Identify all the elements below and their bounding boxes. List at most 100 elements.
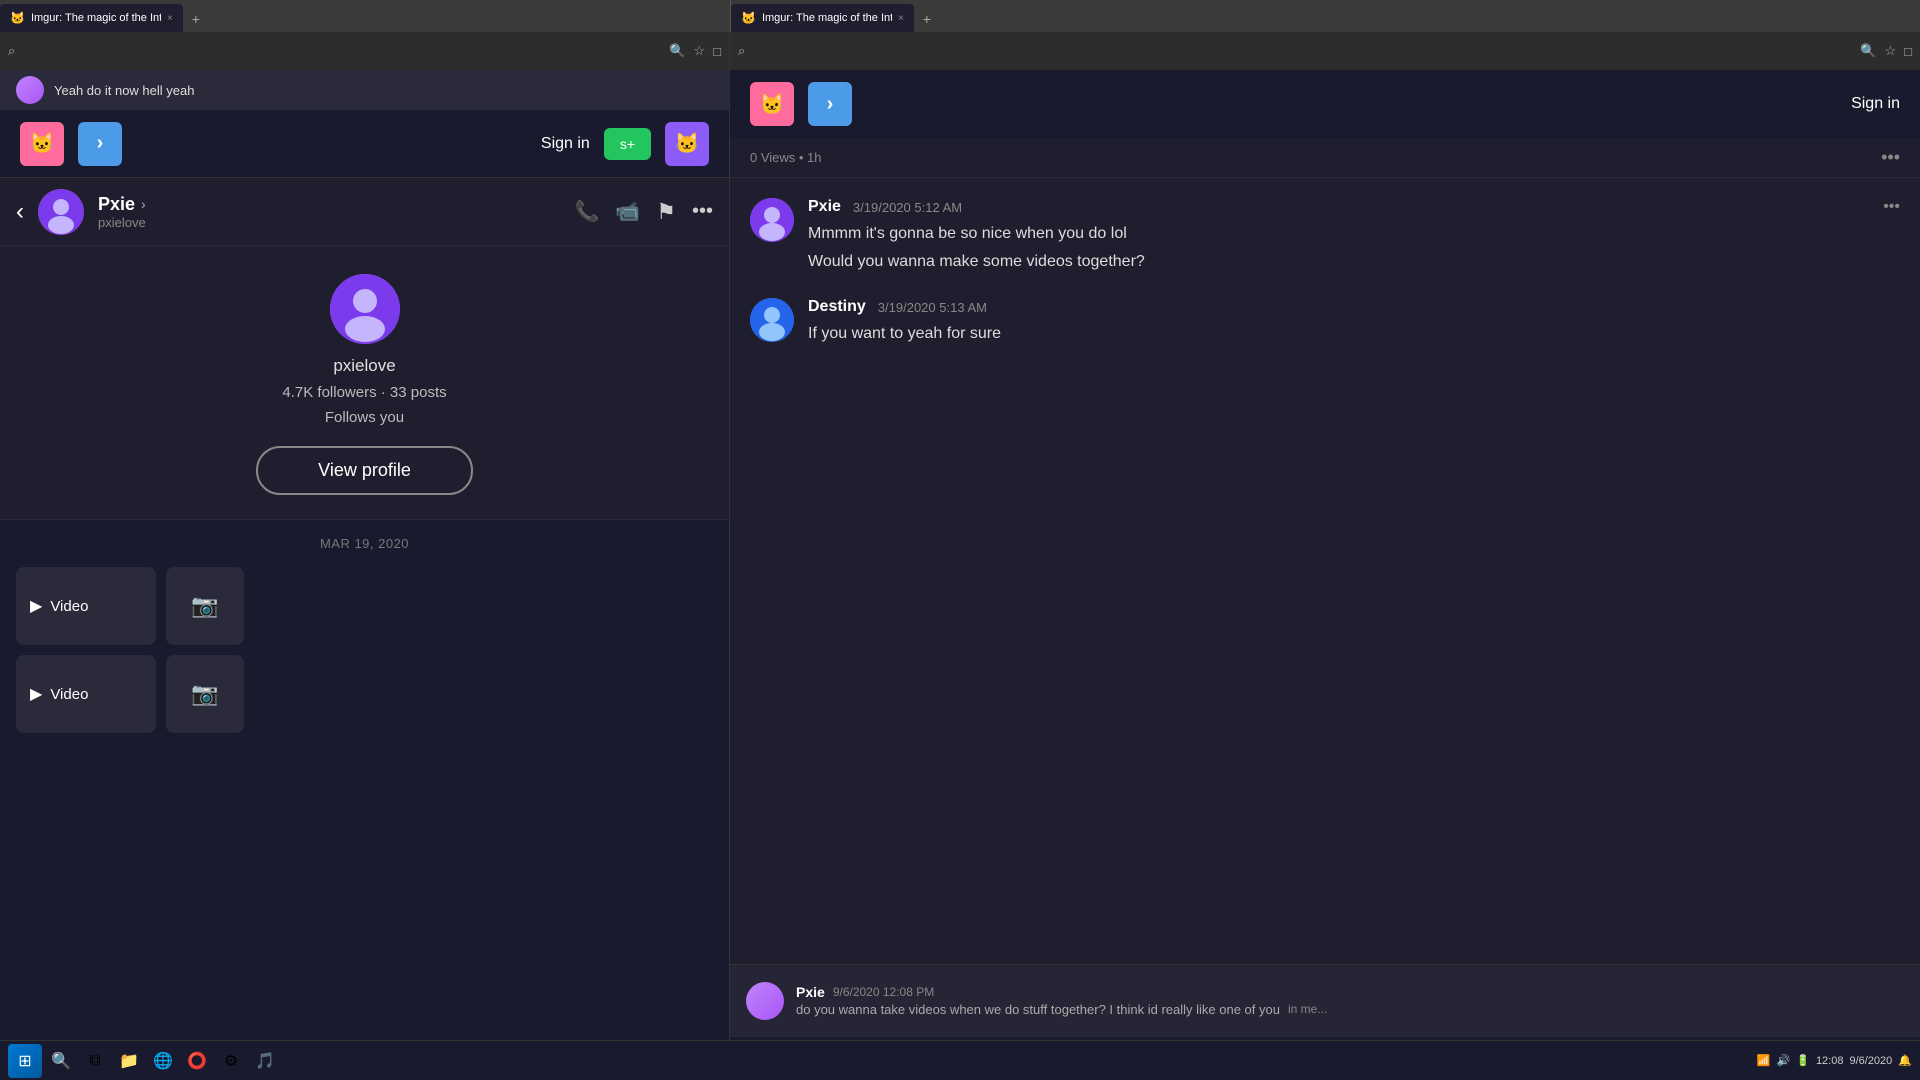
new-tab-right-button[interactable]: + xyxy=(914,6,940,32)
message-2-header: Destiny 3/19/2020 5:13 AM xyxy=(808,298,1900,316)
tab-left-label: Imgur: The magic of the Inter... xyxy=(31,12,161,24)
more-dots-icon: ••• xyxy=(692,200,713,222)
chat-avatar-image xyxy=(38,189,84,235)
destiny-avatar-svg xyxy=(750,298,794,342)
right-address-bar: ⌕ 🔍 ☆ □ xyxy=(730,32,1920,70)
camera-thumb-1[interactable]: 📷 xyxy=(166,567,244,645)
right-screenshot-icon[interactable]: □ xyxy=(1904,44,1912,59)
message-2-name: Destiny xyxy=(808,298,866,316)
preview-name: Pxie xyxy=(796,984,825,1000)
play-icon-2: ▶ xyxy=(30,684,42,704)
search-taskbar-icon: 🔍 xyxy=(51,1051,71,1071)
preview-header: Pxie 9/6/2020 12:08 PM xyxy=(796,984,1904,1000)
notif-avatar xyxy=(16,76,44,104)
right-star-icon[interactable]: ☆ xyxy=(1884,43,1896,59)
right-zoom-icon: 🔍 xyxy=(1860,43,1876,59)
message-1-time: 3/19/2020 5:12 AM xyxy=(853,200,962,215)
message-2: Destiny 3/19/2020 5:13 AM If you want to… xyxy=(750,298,1900,346)
imgur-logo2-left[interactable]: 🐱 xyxy=(665,122,709,166)
message-2-time: 3/19/2020 5:13 AM xyxy=(878,300,987,315)
notification-center-icon[interactable]: 🔔 xyxy=(1898,1054,1912,1067)
new-tab-left-button[interactable]: + xyxy=(183,6,209,32)
preview-time: 9/6/2020 12:08 PM xyxy=(833,985,934,999)
chat-username: Pxie xyxy=(98,194,135,215)
tab-right-active[interactable]: 🐱 Imgur: The magic of the Inter... × xyxy=(731,4,914,32)
tab-right-close[interactable]: × xyxy=(898,13,904,24)
battery-icon: 🔋 xyxy=(1796,1054,1810,1067)
video-thumb-1[interactable]: ▶ Video xyxy=(16,567,156,645)
preview-avatar xyxy=(746,982,784,1020)
forward-arrow-icon-right: › xyxy=(827,93,834,116)
message-1-avatar xyxy=(750,198,794,242)
phone-button[interactable]: 📞 xyxy=(574,199,599,224)
back-button[interactable]: ‹ xyxy=(16,198,24,226)
browser-tab-bar: 🐱 Imgur: The magic of the Inter... × + 🐱… xyxy=(0,0,1920,32)
chat-handle: pxielove xyxy=(98,215,146,230)
search-taskbar-button[interactable]: 🔍 xyxy=(46,1046,76,1076)
zoom-icon: 🔍 xyxy=(669,43,685,59)
imgur-forward-left[interactable]: › xyxy=(78,122,122,166)
start-button[interactable]: ⊞ xyxy=(8,1044,42,1078)
right-panel: ⌕ 🔍 ☆ □ 🐱 › Sign in 0 Views • 1h ••• xyxy=(730,32,1920,1080)
right-addr-icon: ⌕ xyxy=(738,43,745,59)
video-label-1: Video xyxy=(50,598,88,615)
message-2-avatar xyxy=(750,298,794,342)
task-view-button[interactable]: ⧉ xyxy=(80,1046,110,1076)
message-1: Pxie 3/19/2020 5:12 AM ••• Mmmm it's gon… xyxy=(750,198,1900,274)
signin-left-button[interactable]: Sign in xyxy=(541,135,590,153)
imgur-cat-icon-left: 🐱 xyxy=(30,131,55,156)
plus-icon-left: s+ xyxy=(620,136,635,152)
tab-left-active[interactable]: 🐱 Imgur: The magic of the Inter... × xyxy=(0,4,183,32)
views-more-dots[interactable]: ••• xyxy=(1881,147,1900,168)
left-addr-icons: 🔍 ☆ □ xyxy=(669,43,721,59)
chat-header: ‹ Pxie › pxielove xyxy=(0,178,729,246)
profile-avatar-svg xyxy=(330,274,400,344)
message-2-text1: If you want to yeah for sure xyxy=(808,322,1900,346)
media-items-list: ▶ Video 📷 ▶ Video 📷 xyxy=(0,559,729,741)
message-1-more-icon[interactable]: ••• xyxy=(1883,198,1900,216)
folder-icon: 📁 xyxy=(119,1051,139,1071)
chat-header-actions: 📞 📹 ⚑ ••• xyxy=(574,199,713,225)
phone-icon: 📞 xyxy=(574,201,599,223)
edge-button[interactable]: 🌐 xyxy=(148,1046,178,1076)
screenshot-icon[interactable]: □ xyxy=(713,44,721,59)
left-imgur-nav: 🐱 › Sign in s+ 🐱 xyxy=(0,110,729,178)
tab-right-favicon: 🐱 xyxy=(741,11,756,25)
message-1-name: Pxie xyxy=(808,198,841,216)
imgur-logo-left[interactable]: 🐱 xyxy=(20,122,64,166)
settings-button[interactable]: ⚙ xyxy=(216,1046,246,1076)
forward-arrow-icon-left: › xyxy=(97,132,104,155)
network-icon: 📶 xyxy=(1757,1054,1771,1067)
imgur-logo-right[interactable]: 🐱 xyxy=(750,82,794,126)
imgur-forward-right[interactable]: › xyxy=(808,82,852,126)
chrome-button[interactable]: ⭕ xyxy=(182,1046,212,1076)
signin-right-button[interactable]: Sign in xyxy=(1851,95,1900,113)
music-icon: 🎵 xyxy=(255,1051,275,1071)
more-options-button[interactable]: ••• xyxy=(692,200,713,223)
profile-stats-text: 4.7K followers · 33 posts xyxy=(282,384,446,401)
message-1-text2: Would you wanna make some videos togethe… xyxy=(808,250,1900,274)
profile-chevron-icon: › xyxy=(141,196,146,212)
pxie-avatar-svg xyxy=(750,198,794,242)
video-thumb-2[interactable]: ▶ Video xyxy=(16,655,156,733)
preview-bar[interactable]: Pxie 9/6/2020 12:08 PM do you wanna take… xyxy=(730,964,1920,1036)
tab-left-favicon: 🐱 xyxy=(10,11,25,25)
message-2-content: Destiny 3/19/2020 5:13 AM If you want to… xyxy=(808,298,1900,346)
green-plus-left-button[interactable]: s+ xyxy=(604,128,651,160)
video-call-button[interactable]: 📹 xyxy=(615,199,640,224)
file-explorer-button[interactable]: 📁 xyxy=(114,1046,144,1076)
left-address-bar: ⌕ 🔍 ☆ □ xyxy=(0,32,729,70)
taskbar: ⊞ 🔍 ⧉ 📁 🌐 ⭕ ⚙ 🎵 📶 🔊 🔋 12:08 9/6/2020 🔔 xyxy=(0,1040,1920,1080)
back-arrow-icon: ‹ xyxy=(16,198,24,225)
view-profile-button[interactable]: View profile xyxy=(256,446,473,495)
star-icon[interactable]: ☆ xyxy=(693,43,705,59)
tab-left-close[interactable]: × xyxy=(167,13,173,24)
left-panel: ⌕ 🔍 ☆ □ Yeah do it now hell yeah 🐱 › Sig… xyxy=(0,32,730,1080)
views-text: 0 Views • 1h xyxy=(750,150,822,165)
task-view-icon: ⧉ xyxy=(89,1052,100,1070)
flag-button[interactable]: ⚑ xyxy=(656,199,676,225)
camera-thumb-2[interactable]: 📷 xyxy=(166,655,244,733)
music-button[interactable]: 🎵 xyxy=(250,1046,280,1076)
views-bar: 0 Views • 1h ••• xyxy=(730,138,1920,178)
main-panels: ⌕ 🔍 ☆ □ Yeah do it now hell yeah 🐱 › Sig… xyxy=(0,32,1920,1080)
